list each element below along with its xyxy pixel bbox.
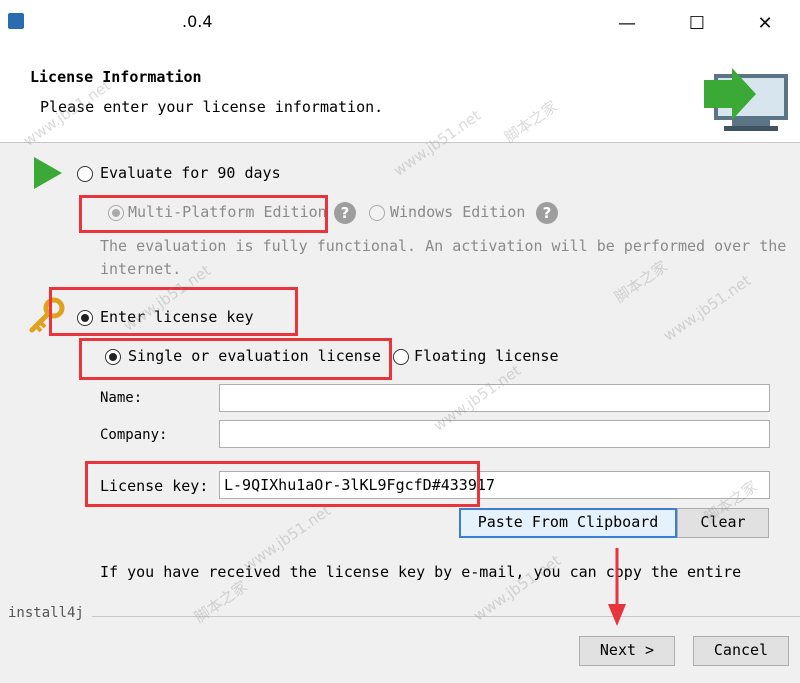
maximize-button[interactable]: ☐ xyxy=(674,0,720,46)
header-panel: License Information Please enter your li… xyxy=(0,46,800,143)
name-input[interactable] xyxy=(219,384,770,412)
close-button[interactable]: ✕ xyxy=(742,0,788,46)
footer-divider xyxy=(92,616,800,617)
company-input[interactable] xyxy=(219,420,770,448)
play-icon xyxy=(34,157,62,189)
window-title: .0.4 xyxy=(182,12,213,31)
help-icon[interactable]: ? xyxy=(536,202,558,224)
evaluate-radio[interactable] xyxy=(77,166,93,182)
next-button[interactable]: Next > xyxy=(579,636,675,666)
paste-from-clipboard-button[interactable]: Paste From Clipboard xyxy=(459,508,677,538)
name-label: Name: xyxy=(100,390,143,406)
close-icon: ✕ xyxy=(757,12,773,34)
company-label: Company: xyxy=(100,427,168,443)
watermark: www.jb51.net xyxy=(660,271,755,345)
highlight-box-license-key xyxy=(85,461,480,507)
app-icon xyxy=(8,13,24,29)
title-bar: .0.4 — ☐ ✕ xyxy=(0,0,800,46)
windows-edition-radio xyxy=(369,205,385,221)
license-info-text: If you have received the license key by … xyxy=(100,563,742,581)
header-subtitle: Please enter your license information. xyxy=(40,98,384,116)
arrow-icon xyxy=(608,548,626,626)
monitor-arrow-icon xyxy=(704,68,788,131)
license-info-text-cut: ........................................… xyxy=(100,586,750,592)
header-title: License Information xyxy=(30,68,202,86)
minimize-icon: — xyxy=(618,12,636,34)
watermark-cn: 脚本之家 xyxy=(611,257,671,307)
windows-edition-label: Windows Edition xyxy=(390,203,526,221)
maximize-icon: ☐ xyxy=(688,12,706,34)
evaluation-description: The evaluation is fully functional. An a… xyxy=(100,237,787,255)
help-icon[interactable]: ? xyxy=(334,202,356,224)
highlight-box-enter-key xyxy=(49,287,298,336)
highlight-box-edition xyxy=(79,195,328,233)
floating-license-label: Floating license xyxy=(414,347,559,365)
minimize-button[interactable]: — xyxy=(604,0,650,46)
watermark-cn: 脚本之家 xyxy=(191,577,251,627)
evaluation-description-cont: internet. xyxy=(100,260,182,278)
cancel-button[interactable]: Cancel xyxy=(693,636,789,666)
floating-license-radio[interactable] xyxy=(393,349,409,365)
evaluate-label: Evaluate for 90 days xyxy=(100,164,281,182)
clear-button[interactable]: Clear xyxy=(677,508,769,538)
installer-brand: install4j xyxy=(8,605,84,621)
highlight-box-single-license xyxy=(79,338,392,380)
